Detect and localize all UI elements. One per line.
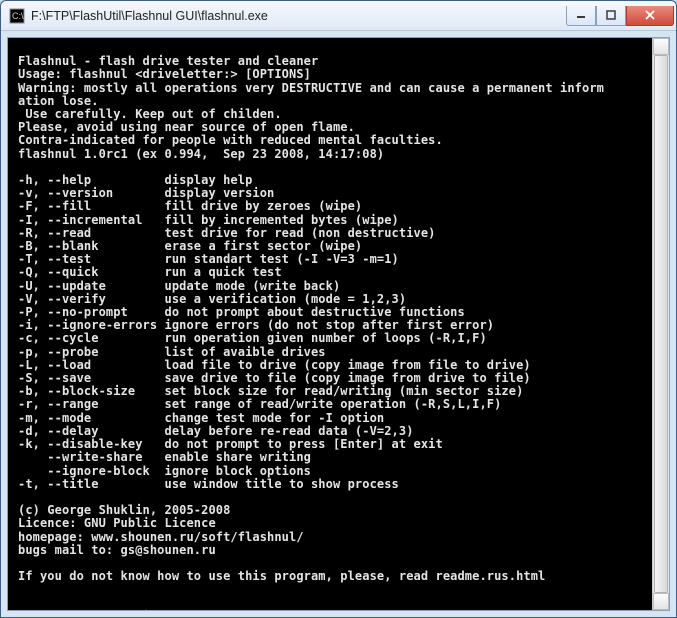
close-icon <box>645 10 655 20</box>
close-button[interactable] <box>626 6 674 26</box>
chevron-up-icon <box>657 44 665 50</box>
app-window: C:\ F:\FTP\FlashUtil\Flashnul GUI\flashn… <box>0 0 677 618</box>
svg-text:C:\: C:\ <box>12 11 24 21</box>
window-title: F:\FTP\FlashUtil\Flashnul GUI\flashnul.e… <box>31 9 566 23</box>
maximize-button[interactable] <box>596 6 626 26</box>
app-icon: C:\ <box>9 8 25 24</box>
window-controls <box>566 6 674 26</box>
minimize-button[interactable] <box>566 6 596 26</box>
console-output[interactable]: Flashnul - flash drive tester and cleane… <box>8 38 669 610</box>
scrollbar-track[interactable] <box>653 55 669 593</box>
scrollbar-thumb[interactable] <box>654 55 668 593</box>
scroll-up-button[interactable] <box>653 38 669 55</box>
scroll-down-button[interactable] <box>653 593 669 610</box>
minimize-icon <box>576 10 586 20</box>
titlebar[interactable]: C:\ F:\FTP\FlashUtil\Flashnul GUI\flashn… <box>1 1 676 31</box>
maximize-icon <box>606 10 616 20</box>
console-client-area: Flashnul - flash drive tester and cleane… <box>7 37 670 611</box>
chevron-down-icon <box>657 599 665 605</box>
vertical-scrollbar[interactable] <box>652 38 669 610</box>
